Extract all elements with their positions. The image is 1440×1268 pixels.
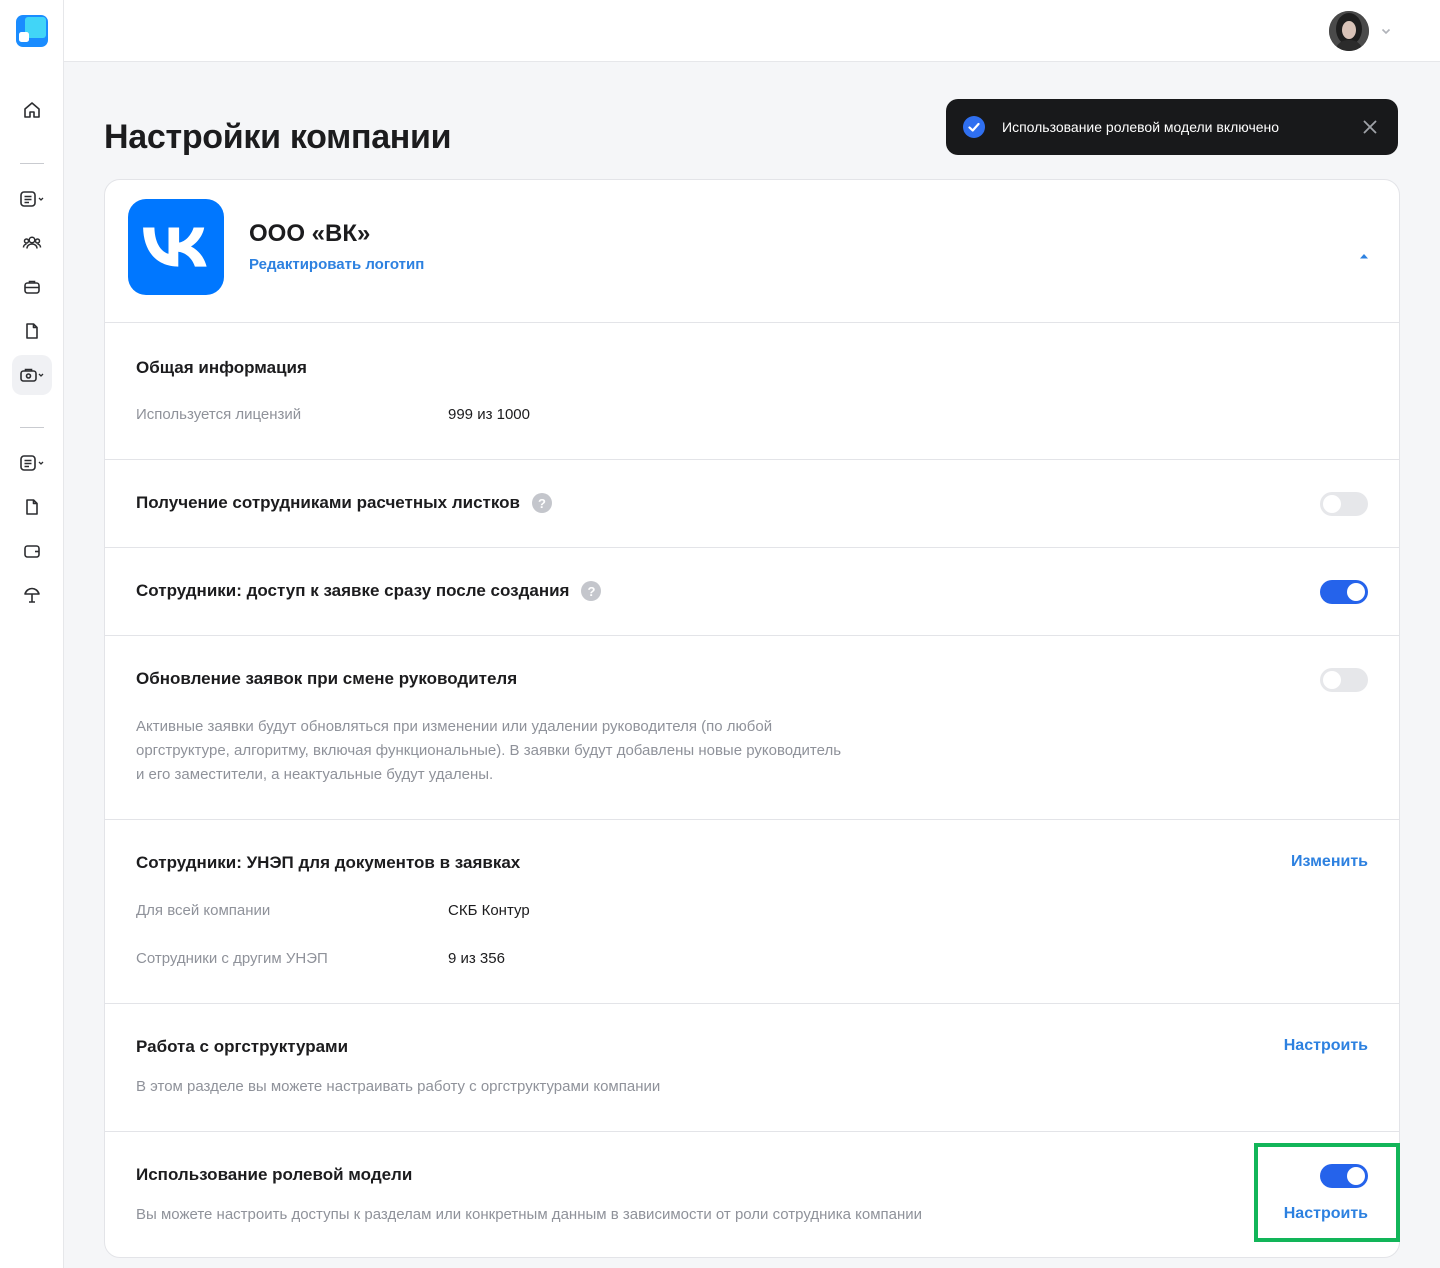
beach-umbrella-icon[interactable] xyxy=(12,575,52,615)
role-model-section: Использование ролевой модели Вы можете н… xyxy=(105,1132,1399,1257)
other-unep-value: 9 из 356 xyxy=(448,950,505,967)
licenses-label: Используется лицензий xyxy=(136,406,302,423)
section-description: Активные заявки будут обновляться при из… xyxy=(136,715,841,787)
manager-update-section: Обновление заявок при смене руководителя… xyxy=(105,636,1399,820)
company-unep-label: Для всей компании xyxy=(136,902,271,919)
toast-notification: Использование ролевой модели включено xyxy=(946,99,1398,155)
org-structures-section: Работа с оргструктурами Настроить В этом… xyxy=(105,1004,1399,1132)
unep-section: Сотрудники: УНЭП для документов в заявка… xyxy=(105,820,1399,1004)
company-unep-value: СКБ Контур xyxy=(448,902,530,919)
company-name: ООО «ВК» xyxy=(249,220,371,247)
page-title: Настройки компании xyxy=(104,118,452,156)
briefcase-icon[interactable] xyxy=(12,267,52,307)
section-title: Обновление заявок при смене руководителя xyxy=(136,669,518,688)
payslips-section: Получение сотрудниками расчетных листков… xyxy=(105,460,1399,548)
file-icon[interactable] xyxy=(12,311,52,351)
section-title: Общая информация xyxy=(136,358,307,377)
licenses-value: 999 из 1000 xyxy=(448,406,530,423)
file-icon[interactable] xyxy=(12,487,52,527)
section-title-text: Получение сотрудниками расчетных листков xyxy=(136,493,520,512)
toggle-knob xyxy=(1323,671,1341,689)
app-logo-icon[interactable] xyxy=(16,15,48,47)
chevron-down-icon[interactable] xyxy=(1380,24,1392,42)
section-description: В этом разделе вы можете настраивать раб… xyxy=(136,1078,661,1095)
toggle-knob xyxy=(1323,495,1341,513)
company-settings-icon[interactable] xyxy=(12,355,52,395)
toast-message: Использование ролевой модели включено xyxy=(1002,119,1280,135)
company-header: ООО «ВК» Редактировать логотип xyxy=(105,180,1399,323)
manager-update-toggle[interactable] xyxy=(1320,668,1368,692)
home-icon[interactable] xyxy=(12,90,52,130)
caret-up-icon[interactable] xyxy=(1359,247,1369,265)
section-title: Использование ролевой модели xyxy=(136,1165,413,1184)
document-list-icon[interactable] xyxy=(12,443,52,483)
description-line: и его заместители, а неактуальные будут … xyxy=(136,766,494,783)
highlight-frame xyxy=(1254,1143,1400,1242)
help-icon[interactable]: ? xyxy=(581,581,602,601)
users-icon[interactable] xyxy=(12,223,52,263)
payslips-toggle[interactable] xyxy=(1320,492,1368,516)
general-info-section: Общая информация Используется лицензий 9… xyxy=(105,323,1399,460)
sidebar-divider xyxy=(20,427,44,428)
section-title-text: Сотрудники: доступ к заявке сразу после … xyxy=(136,581,570,600)
change-unep-link[interactable]: Изменить xyxy=(1291,853,1368,871)
section-title: Сотрудники: доступ к заявке сразу после … xyxy=(136,581,602,601)
user-avatar[interactable] xyxy=(1329,11,1369,51)
description-line: оргструктуре, алгоритму, включая функцио… xyxy=(136,742,842,759)
sidebar-divider xyxy=(20,163,44,164)
vk-logo-icon xyxy=(128,199,224,295)
company-settings-card: ООО «ВК» Редактировать логотип Общая инф… xyxy=(104,179,1400,1258)
section-description: Вы можете настроить доступы к разделам и… xyxy=(136,1206,923,1223)
close-icon[interactable] xyxy=(1361,118,1379,136)
sidebar xyxy=(0,0,64,1268)
request-access-section: Сотрудники: доступ к заявке сразу после … xyxy=(105,548,1399,636)
section-title: Сотрудники: УНЭП для документов в заявка… xyxy=(136,853,521,872)
section-title: Получение сотрудниками расчетных листков… xyxy=(136,493,552,513)
toggle-knob xyxy=(1347,583,1365,601)
edit-logo-link[interactable]: Редактировать логотип xyxy=(249,256,424,273)
other-unep-label: Сотрудники с другим УНЭП xyxy=(136,950,328,967)
request-access-toggle[interactable] xyxy=(1320,580,1368,604)
section-title: Работа с оргструктурами xyxy=(136,1037,349,1056)
wallet-icon[interactable] xyxy=(12,531,52,571)
check-circle-icon xyxy=(963,116,985,138)
help-icon[interactable]: ? xyxy=(531,493,552,513)
configure-org-link[interactable]: Настроить xyxy=(1284,1037,1368,1055)
document-list-icon[interactable] xyxy=(12,179,52,219)
top-header xyxy=(64,0,1440,62)
description-line: Активные заявки будут обновляться при из… xyxy=(136,718,773,735)
